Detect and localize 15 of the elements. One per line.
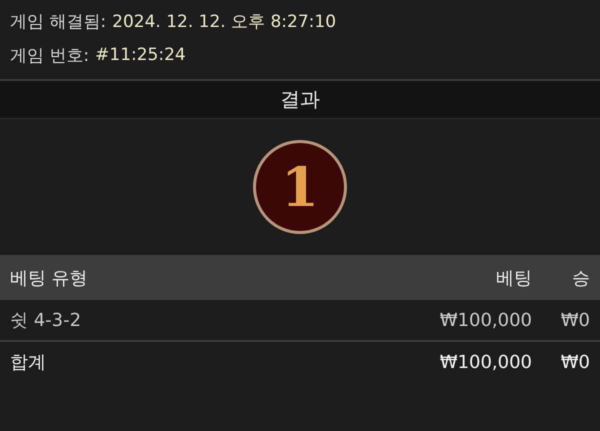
column-header: 승 (571, 266, 590, 290)
table-cell: ₩100,000 (440, 352, 532, 372)
result-badge: 1 (253, 140, 347, 234)
table-cell-text: ₩0 (560, 352, 590, 372)
info-label: 게임 해결됨: (10, 10, 106, 32)
section-title: 결과 (280, 86, 320, 113)
info-label: 게임 번호: (10, 44, 90, 66)
column-header: 베팅 (496, 266, 532, 290)
table-cell-text: 합계 (10, 351, 47, 374)
table-cell-text: ₩0 (560, 310, 590, 330)
column-header: 베팅 유형 (10, 266, 89, 290)
table-cell: ₩100,000 (440, 310, 532, 330)
table-cell-text: 쉿 4-3-2 (10, 309, 82, 332)
info-value: 2024. 12. 12. 오후 8:27:10 (112, 10, 336, 32)
info-value: #11:25:24 (95, 45, 186, 65)
